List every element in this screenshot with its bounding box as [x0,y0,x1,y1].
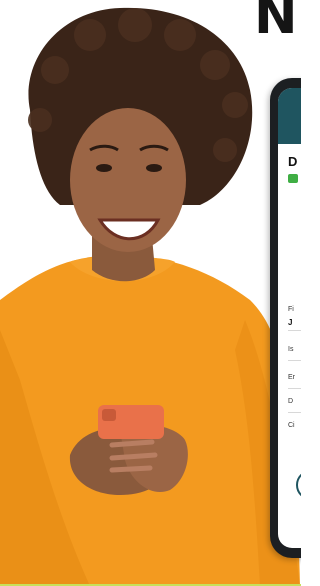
woman-holding-phone-photo [0,7,300,586]
field-value-1: J [288,318,293,327]
hero-scene: N D Fi J Is Er D Ci [0,0,301,586]
field-divider-4 [288,412,301,413]
field-label-4: D [288,398,294,405]
field-divider-2 [288,360,301,361]
phone-screen: D Fi J Is Er D Ci [278,88,301,548]
phone-mockup: D Fi J Is Er D Ci [270,78,301,558]
status-badge [288,174,298,183]
field-label-2: Is [288,346,294,353]
circle-button[interactable] [296,470,301,500]
screen-header [278,88,301,144]
field-label-1: Fi [288,306,294,313]
field-divider-3 [288,388,301,389]
field-label-5: Ci [288,422,295,429]
headline-text: N [254,0,298,46]
screen-title: D [288,154,298,169]
field-divider-1 [288,330,301,331]
field-label-3: Er [288,374,295,381]
